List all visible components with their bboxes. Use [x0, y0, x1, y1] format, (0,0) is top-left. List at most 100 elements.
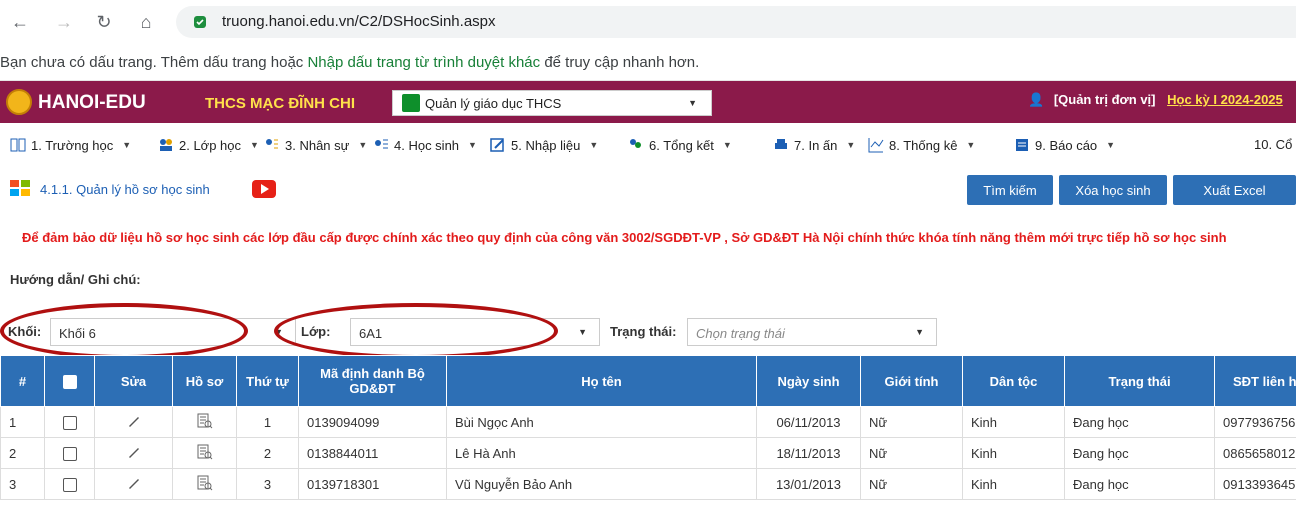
- bookmark-hint: Bạn chưa có dấu trang. Thêm dấu trang ho…: [0, 54, 308, 71]
- notice-text: Để đảm bảo dữ liệu hồ sơ học sinh các lớ…: [22, 230, 1227, 245]
- table-row[interactable]: 1 1 0139094099 Bùi Ngọc Anh 06/11/2013 Nữ Kinh…: [0, 406, 1296, 438]
- menu-label: 4. Học sinh: [394, 137, 460, 153]
- col-moet-id[interactable]: Mã định danh Bộ GD&ĐT: [298, 355, 447, 407]
- row-order: 2: [236, 437, 299, 469]
- row-dob: 06/11/2013: [756, 406, 861, 438]
- youtube-video-icon[interactable]: [252, 180, 276, 198]
- lop-highlight-ellipse: [274, 303, 558, 359]
- menu-label: 6. Tổng kết: [649, 137, 714, 153]
- row-moet-id: 0139094099: [298, 406, 447, 438]
- user-role[interactable]: [Quản trị đơn vị]: [1054, 92, 1156, 107]
- col-select-all[interactable]: [44, 355, 95, 407]
- brand-name: HANOI-EDU: [38, 92, 146, 113]
- row-ethnicity: Kinh: [962, 468, 1065, 500]
- profile-cell[interactable]: [172, 437, 237, 469]
- row-checkbox-cell[interactable]: [44, 406, 95, 438]
- user-icon[interactable]: 👤: [1028, 92, 1044, 107]
- row-status: Đang học: [1064, 468, 1215, 500]
- menu-co-so[interactable]: 10. Cổ: [1254, 137, 1292, 152]
- chevron-down-icon: ▼: [688, 98, 697, 108]
- report-icon: [1016, 139, 1028, 151]
- edit-cell[interactable]: [94, 468, 173, 500]
- row-checkbox[interactable]: [62, 477, 77, 492]
- import-bookmarks-link[interactable]: Nhập dấu trang từ trình duyệt khác: [307, 54, 540, 71]
- pencil-edit-icon[interactable]: [127, 476, 141, 490]
- windows-tiles-icon: [10, 180, 30, 196]
- menu-lop-hoc[interactable]: 2. Lớp học ▼: [158, 137, 259, 153]
- menu-nhan-su[interactable]: 3. Nhân sự ▼: [264, 137, 367, 153]
- bookmark-bar: Bạn chưa có dấu trang. Thêm dấu trang ho…: [0, 44, 1296, 81]
- user-info: 👤 [Quản trị đơn vị] Học kỳ I 2024-2025: [1028, 92, 1283, 108]
- row-full-name: Lê Hà Anh: [446, 437, 757, 469]
- term-link[interactable]: Học kỳ I 2024-2025: [1167, 92, 1283, 107]
- menu-truong-hoc[interactable]: 1. Trường học ▼: [10, 137, 131, 153]
- menu-label: 9. Báo cáo: [1035, 137, 1098, 153]
- profile-view-icon[interactable]: [197, 475, 213, 491]
- col-ethnicity[interactable]: Dân tộc: [962, 355, 1065, 407]
- menu-bao-cao[interactable]: 9. Báo cáo ▼: [1014, 137, 1115, 153]
- menu-in-an[interactable]: 7. In ấn ▼: [773, 137, 855, 153]
- trang-thai-placeholder: Chọn trạng thái: [696, 326, 785, 341]
- reload-icon[interactable]: ↻: [90, 8, 118, 36]
- forward-icon[interactable]: →: [50, 8, 78, 36]
- data-entry-icon: [490, 138, 504, 152]
- back-icon[interactable]: ←: [6, 8, 34, 36]
- profile-cell[interactable]: [172, 468, 237, 500]
- menu-label: 5. Nhập liệu: [511, 137, 581, 153]
- row-checkbox-cell[interactable]: [44, 437, 95, 469]
- col-edit: Sửa: [94, 355, 173, 407]
- search-button[interactable]: Tìm kiếm: [967, 175, 1053, 205]
- school-name: THCS MẠC ĐĨNH CHI: [205, 95, 355, 112]
- row-order: 3: [236, 468, 299, 500]
- col-order[interactable]: Thứ tự: [236, 355, 299, 407]
- col-profile: Hồ sơ: [172, 355, 237, 407]
- col-status[interactable]: Trạng thái: [1064, 355, 1215, 407]
- export-excel-button[interactable]: Xuất Excel: [1173, 175, 1296, 205]
- system-select-value: Quản lý giáo dục THCS: [425, 96, 562, 111]
- system-select[interactable]: Quản lý giáo dục THCS ▼: [392, 90, 712, 116]
- chevron-down-icon: ▼: [915, 327, 924, 337]
- url-text: truong.hanoi.edu.vn/C2/DSHocSinh.aspx: [222, 13, 496, 30]
- address-bar[interactable]: truong.hanoi.edu.vn/C2/DSHocSinh.aspx: [176, 6, 1296, 38]
- row-checkbox[interactable]: [62, 415, 77, 430]
- trang-thai-select[interactable]: Chọn trạng thái ▼: [687, 318, 937, 346]
- menu-nhap-lieu[interactable]: 5. Nhập liệu ▼: [490, 137, 598, 153]
- edit-cell[interactable]: [94, 437, 173, 469]
- delete-student-button[interactable]: Xóa học sinh: [1059, 175, 1167, 205]
- school-grid-icon: [10, 138, 26, 152]
- row-gender: Nữ: [860, 468, 963, 500]
- pencil-edit-icon[interactable]: [127, 445, 141, 459]
- row-gender: Nữ: [860, 437, 963, 469]
- menu-thong-ke[interactable]: 8. Thống kê ▼: [868, 137, 975, 153]
- summary-icon: [630, 139, 641, 148]
- row-ethnicity: Kinh: [962, 406, 1065, 438]
- page-title: 4.1.1. Quản lý hồ sơ học sinh: [40, 182, 210, 197]
- menu-hoc-sinh[interactable]: 4. Học sinh ▼: [373, 137, 477, 153]
- row-phone: 0913393645: [1214, 468, 1296, 500]
- row-dob: 13/01/2013: [756, 468, 861, 500]
- row-checkbox[interactable]: [62, 446, 77, 461]
- menu-tong-ket[interactable]: 6. Tổng kết ▼: [628, 137, 732, 153]
- menu-label: 1. Trường học: [31, 137, 114, 153]
- pencil-edit-icon[interactable]: [127, 414, 141, 428]
- col-dob[interactable]: Ngày sinh: [756, 355, 861, 407]
- table-row[interactable]: 3 3 0139718301 Vũ Nguyễn Bảo Anh 13/01/2013 N…: [0, 468, 1296, 500]
- profile-view-icon[interactable]: [197, 444, 213, 460]
- row-moet-id: 0139718301: [298, 468, 447, 500]
- col-phone[interactable]: SĐT liên hệ: [1214, 355, 1296, 407]
- education-system-icon: [402, 94, 420, 112]
- profile-cell[interactable]: [172, 406, 237, 438]
- select-all-checkbox[interactable]: [62, 374, 77, 389]
- row-status: Đang học: [1064, 437, 1215, 469]
- trang-thai-label: Trạng thái:: [610, 324, 677, 339]
- guide-label[interactable]: Hướng dẫn/ Ghi chú:: [10, 272, 141, 287]
- row-dob: 18/11/2013: [756, 437, 861, 469]
- row-checkbox-cell[interactable]: [44, 468, 95, 500]
- table-row[interactable]: 2 2 0138844011 Lê Hà Anh 18/11/2013 Nữ Kinh Đan…: [0, 437, 1296, 469]
- col-full-name[interactable]: Họ tên: [446, 355, 757, 407]
- edit-cell[interactable]: [94, 406, 173, 438]
- home-icon[interactable]: ⌂: [132, 8, 160, 36]
- col-gender[interactable]: Giới tính: [860, 355, 963, 407]
- profile-view-icon[interactable]: [197, 413, 213, 429]
- chevron-down-icon: ▼: [578, 327, 587, 337]
